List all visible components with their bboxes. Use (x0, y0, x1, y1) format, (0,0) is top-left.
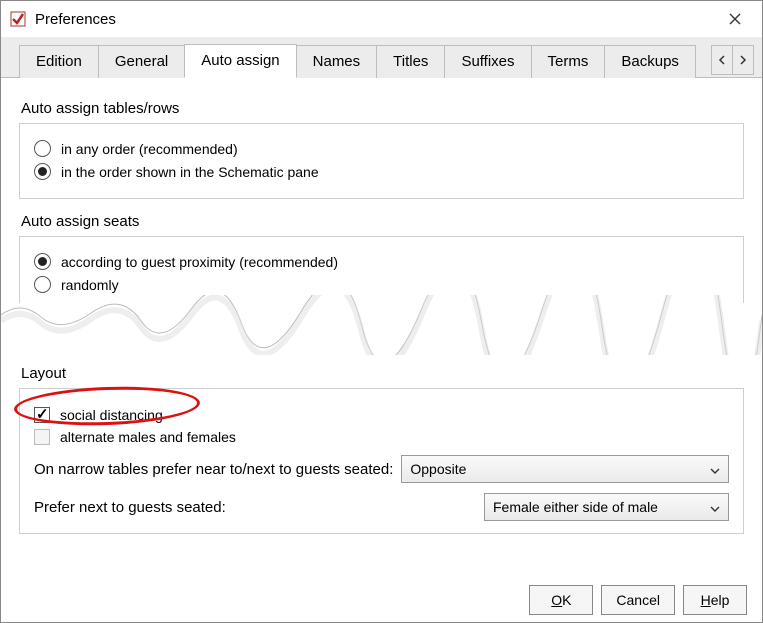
auto-assign-tables-group: in any order (recommended) in the order … (19, 123, 744, 199)
radio-proximity-label: according to guest proximity (recommende… (61, 254, 338, 270)
lower-content: Layout social distancing alternate males… (1, 365, 762, 534)
app-icon (9, 10, 27, 28)
tab-auto-assign[interactable]: Auto assign (184, 44, 296, 78)
narrow-tables-combo[interactable]: Opposite (401, 455, 729, 483)
tab-scroll-left[interactable] (711, 45, 733, 75)
auto-assign-seats-label: Auto assign seats (21, 213, 744, 230)
chevron-down-icon (710, 499, 720, 515)
radio-schematic-order-label: in the order shown in the Schematic pane (61, 164, 319, 180)
radio-randomly-label: randomly (61, 277, 119, 293)
alternate-label: alternate males and females (60, 429, 236, 445)
title-bar: Preferences (1, 1, 762, 37)
layout-group: social distancing alternate males and fe… (19, 388, 744, 534)
close-icon (729, 13, 741, 25)
tab-terms[interactable]: Terms (531, 45, 606, 78)
radio-any-order-label: in any order (recommended) (61, 141, 238, 157)
checkbox-alternate[interactable] (34, 429, 50, 445)
tab-titles[interactable]: Titles (376, 45, 445, 78)
radio-any-order[interactable] (34, 140, 51, 157)
narrow-tables-label: On narrow tables prefer near to/next to … (34, 461, 393, 478)
dialog-buttons: OK Cancel Help (529, 585, 747, 615)
tab-backups[interactable]: Backups (604, 45, 696, 78)
auto-assign-tables-label: Auto assign tables/rows (21, 100, 744, 117)
tab-names[interactable]: Names (296, 45, 378, 78)
tab-scroll-right[interactable] (732, 45, 754, 75)
help-button[interactable]: Help (683, 585, 747, 615)
layout-label: Layout (21, 365, 744, 382)
tab-edition[interactable]: Edition (19, 45, 99, 78)
checkbox-social-distancing[interactable] (34, 407, 50, 423)
prefer-next-combo[interactable]: Female either side of male (484, 493, 729, 521)
narrow-tables-value: Opposite (410, 461, 466, 477)
chevron-down-icon (710, 461, 720, 477)
tab-strip: Edition General Auto assign Names Titles… (1, 37, 762, 78)
chevron-left-icon (718, 55, 726, 65)
radio-randomly[interactable] (34, 276, 51, 293)
ok-button[interactable]: OK (529, 585, 593, 615)
auto-assign-seats-group: according to guest proximity (recommende… (19, 236, 744, 303)
prefer-next-label: Prefer next to guests seated: (34, 499, 474, 516)
prefer-next-value: Female either side of male (493, 499, 658, 515)
cancel-button[interactable]: Cancel (601, 585, 675, 615)
content-area: Auto assign tables/rows in any order (re… (1, 78, 762, 303)
tab-suffixes[interactable]: Suffixes (444, 45, 531, 78)
radio-proximity[interactable] (34, 253, 51, 270)
torn-edge (1, 307, 762, 337)
close-button[interactable] (712, 3, 758, 35)
social-distancing-label: social distancing (60, 407, 163, 423)
radio-schematic-order[interactable] (34, 163, 51, 180)
chevron-right-icon (739, 55, 747, 65)
window-title: Preferences (35, 11, 712, 28)
tab-general[interactable]: General (98, 45, 185, 78)
